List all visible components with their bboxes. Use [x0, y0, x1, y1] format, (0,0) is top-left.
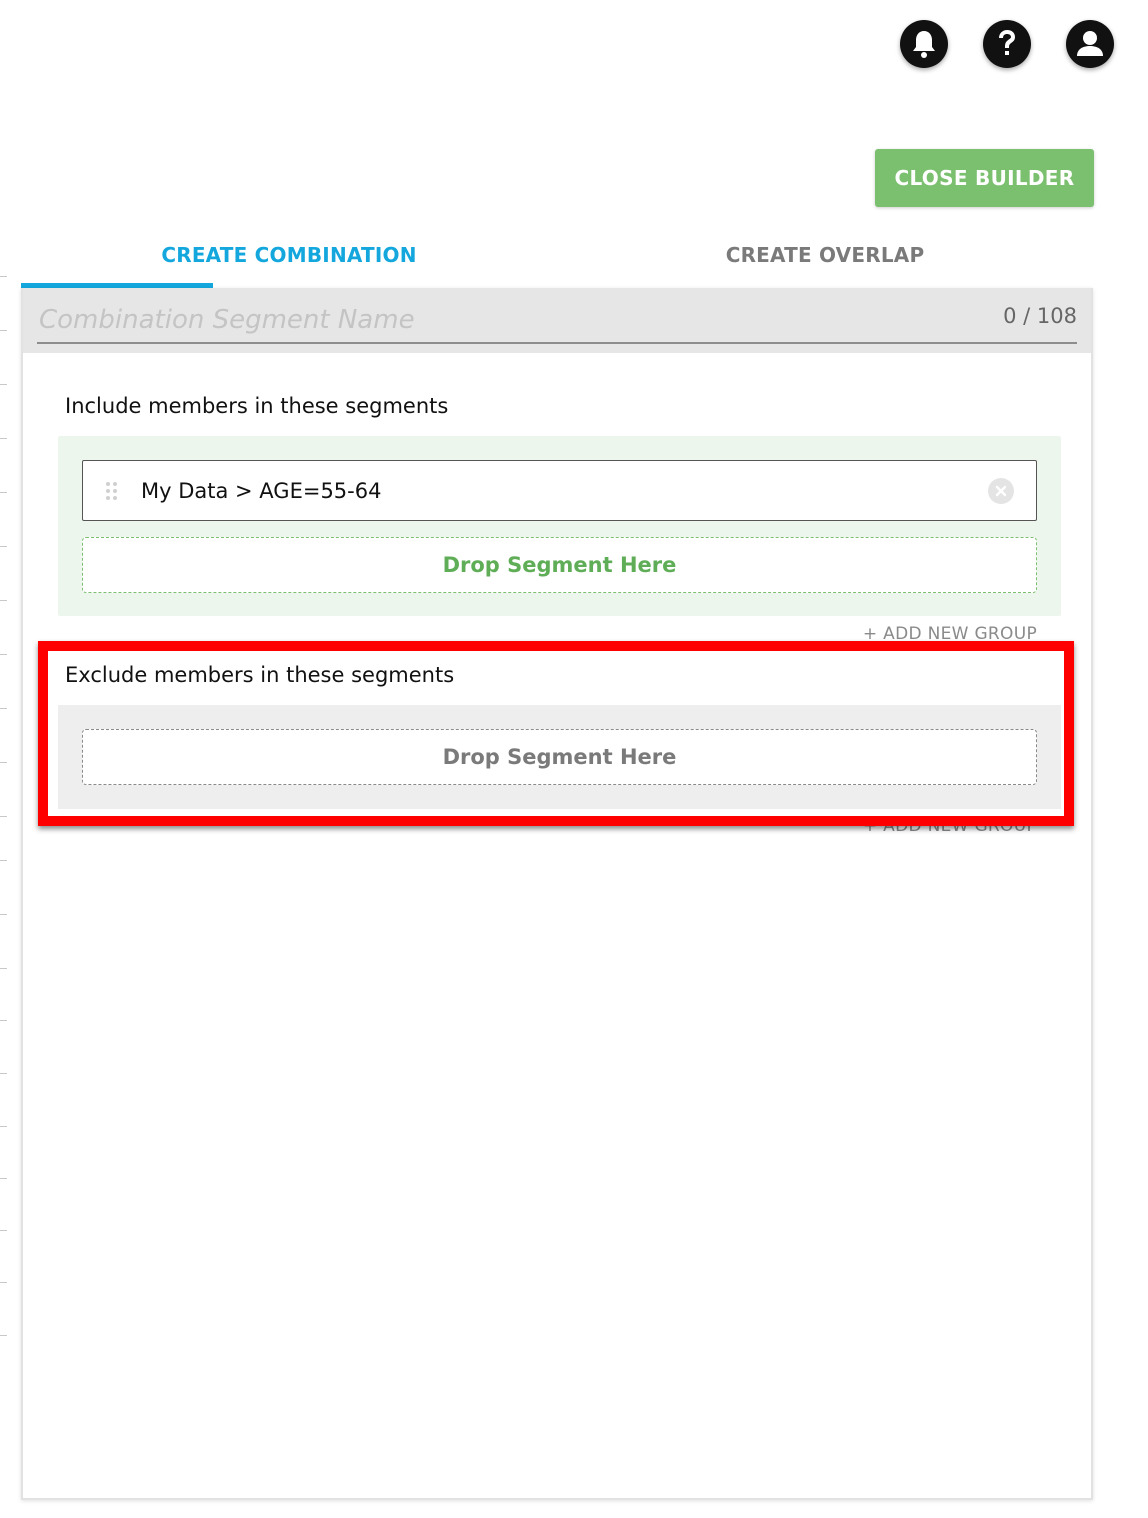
remove-segment-icon[interactable] [988, 478, 1014, 504]
exclude-drop-zone[interactable]: Drop Segment Here [82, 729, 1037, 785]
ruler-tick [0, 914, 7, 915]
ruler-tick [0, 860, 7, 861]
ruler-tick [0, 1073, 7, 1074]
ruler-tick [0, 1020, 7, 1021]
drag-handle-icon[interactable] [105, 481, 119, 501]
ruler-tick [0, 968, 7, 969]
ruler-tick [0, 438, 7, 439]
ruler-tick [0, 1282, 7, 1283]
ruler-tick [0, 276, 7, 277]
exclude-group: Drop Segment Here [58, 705, 1061, 809]
include-add-new-group-link[interactable]: + ADD NEW GROUP [863, 624, 1037, 644]
input-underline [37, 342, 1077, 344]
ruler-tick [0, 1335, 7, 1336]
header-icons [900, 20, 1114, 68]
ruler-tick [0, 654, 7, 655]
segment-chip[interactable]: My Data > AGE=55-64 [82, 460, 1037, 521]
ruler-tick [0, 384, 7, 385]
ruler-tick [0, 600, 7, 601]
close-builder-button[interactable]: CLOSE BUILDER [875, 149, 1094, 207]
include-group: My Data > AGE=55-64 Drop Segment Here [58, 436, 1061, 616]
ruler-tick [0, 1230, 7, 1231]
help-icon[interactable] [983, 20, 1031, 68]
segment-label: My Data > AGE=55-64 [141, 478, 382, 503]
ruler-tick [0, 546, 7, 547]
combination-builder-panel: 0 / 108 Include members in these segment… [21, 288, 1093, 1500]
exclude-section-title: Exclude members in these segments [65, 663, 455, 687]
include-section-title: Include members in these segments [65, 394, 449, 418]
tab-bar: CREATE COMBINATION CREATE OVERLAP [21, 222, 1093, 288]
exclude-add-new-group-link[interactable]: + ADD NEW GROUP [863, 816, 1037, 836]
tab-create-combination[interactable]: CREATE COMBINATION [21, 222, 557, 288]
ruler-tick [0, 492, 7, 493]
ruler-tick [0, 816, 7, 817]
ruler-tick [0, 1126, 7, 1127]
character-counter: 0 / 108 [1003, 304, 1077, 328]
segment-name-bar: 0 / 108 [23, 288, 1091, 353]
ruler-tick [0, 1178, 7, 1179]
tab-create-overlap[interactable]: CREATE OVERLAP [557, 222, 1093, 288]
include-drop-zone[interactable]: Drop Segment Here [82, 537, 1037, 593]
ruler-tick [0, 762, 7, 763]
ruler-tick [0, 708, 7, 709]
bell-icon[interactable] [900, 20, 948, 68]
segment-name-input[interactable] [39, 298, 959, 342]
account-icon[interactable] [1066, 20, 1114, 68]
ruler-tick [0, 330, 7, 331]
